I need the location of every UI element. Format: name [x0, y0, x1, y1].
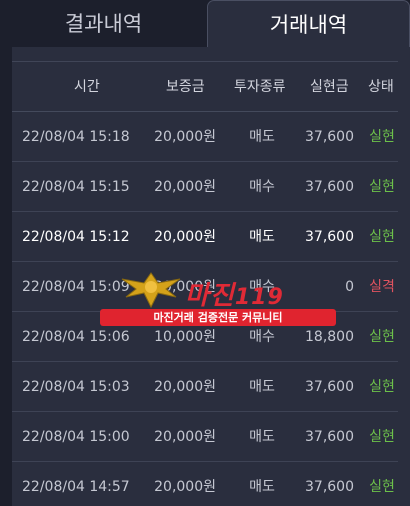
cell-amount: 37,600: [305, 229, 354, 245]
cell-amount: 37,600: [305, 129, 354, 145]
eagle-emblem-icon: [121, 272, 181, 309]
table-header: 시간 보증금 투자종류 실현금 상태: [12, 63, 410, 111]
cell-type: 매도: [249, 129, 275, 145]
watermark-banner: 마진거래 검증전문 커뮤니티: [100, 309, 336, 326]
watermark-logo: 마진119: [185, 281, 284, 311]
cell-status: 실현: [369, 379, 395, 395]
watermark: 마진119 마진거래 검증전문 커뮤니티: [100, 269, 336, 327]
cell-deposit: 20,000원: [154, 179, 216, 195]
cell-status: 실현: [369, 429, 395, 445]
cell-time: 22/08/04 15:18: [22, 129, 130, 145]
tab-trades[interactable]: 거래내역: [207, 0, 410, 48]
col-status-header: 상태: [368, 79, 394, 95]
cell-time: 22/08/04 15:03: [22, 379, 130, 395]
table-row: 22/08/04 14:57 20,000원 매도 37,600 실현: [12, 462, 410, 506]
col-type-header: 투자종류: [234, 79, 286, 95]
cell-type: 매도: [249, 479, 275, 495]
col-amount-header: 실현금: [310, 79, 349, 95]
cell-type: 매수: [249, 179, 275, 195]
cell-amount: 37,600: [305, 479, 354, 495]
tab-bar: 결과내역 거래내역: [0, 0, 410, 48]
cell-deposit: 20,000원: [154, 429, 216, 445]
cell-deposit: 20,000원: [154, 379, 216, 395]
cell-status: 실현: [369, 129, 395, 145]
cell-type: 매도: [249, 429, 275, 445]
cell-time: 22/08/04 15:12: [22, 229, 130, 245]
cell-time: 22/08/04 15:15: [22, 179, 130, 195]
table-row: 22/08/04 15:15 20,000원 매수 37,600 실현: [12, 162, 410, 212]
table-row: 22/08/04 15:18 20,000원 매도 37,600 실현: [12, 112, 410, 162]
cell-amount: 37,600: [305, 179, 354, 195]
cell-time: 22/08/04 15:00: [22, 429, 130, 445]
cell-deposit: 20,000원: [154, 479, 216, 495]
cell-status: 실격: [369, 279, 395, 295]
panel-divider: [12, 61, 398, 62]
cell-status: 실현: [369, 179, 395, 195]
cell-amount: 37,600: [305, 379, 354, 395]
cell-deposit: 20,000원: [154, 129, 216, 145]
table-row: 22/08/04 15:03 20,000원 매도 37,600 실현: [12, 362, 410, 412]
table-row: 22/08/04 15:12 20,000원 매도 37,600 실현: [12, 212, 410, 262]
table-row: 22/08/04 15:00 20,000원 매도 37,600 실현: [12, 412, 410, 462]
cell-type: 매도: [249, 379, 275, 395]
col-time-header: 시간: [74, 79, 100, 95]
cell-amount: 37,600: [305, 429, 354, 445]
cell-status: 실현: [369, 479, 395, 495]
cell-type: 매도: [249, 229, 275, 245]
trade-history-panel: 시간 보증금 투자종류 실현금 상태 22/08/04 15:18 20,000원…: [12, 47, 410, 506]
col-deposit-header: 보증금: [166, 79, 205, 95]
cell-status: 실현: [369, 229, 395, 245]
cell-deposit: 20,000원: [154, 229, 216, 245]
cell-status: 실현: [369, 329, 395, 345]
tab-results[interactable]: 결과내역: [0, 0, 207, 48]
cell-time: 22/08/04 14:57: [22, 479, 130, 495]
